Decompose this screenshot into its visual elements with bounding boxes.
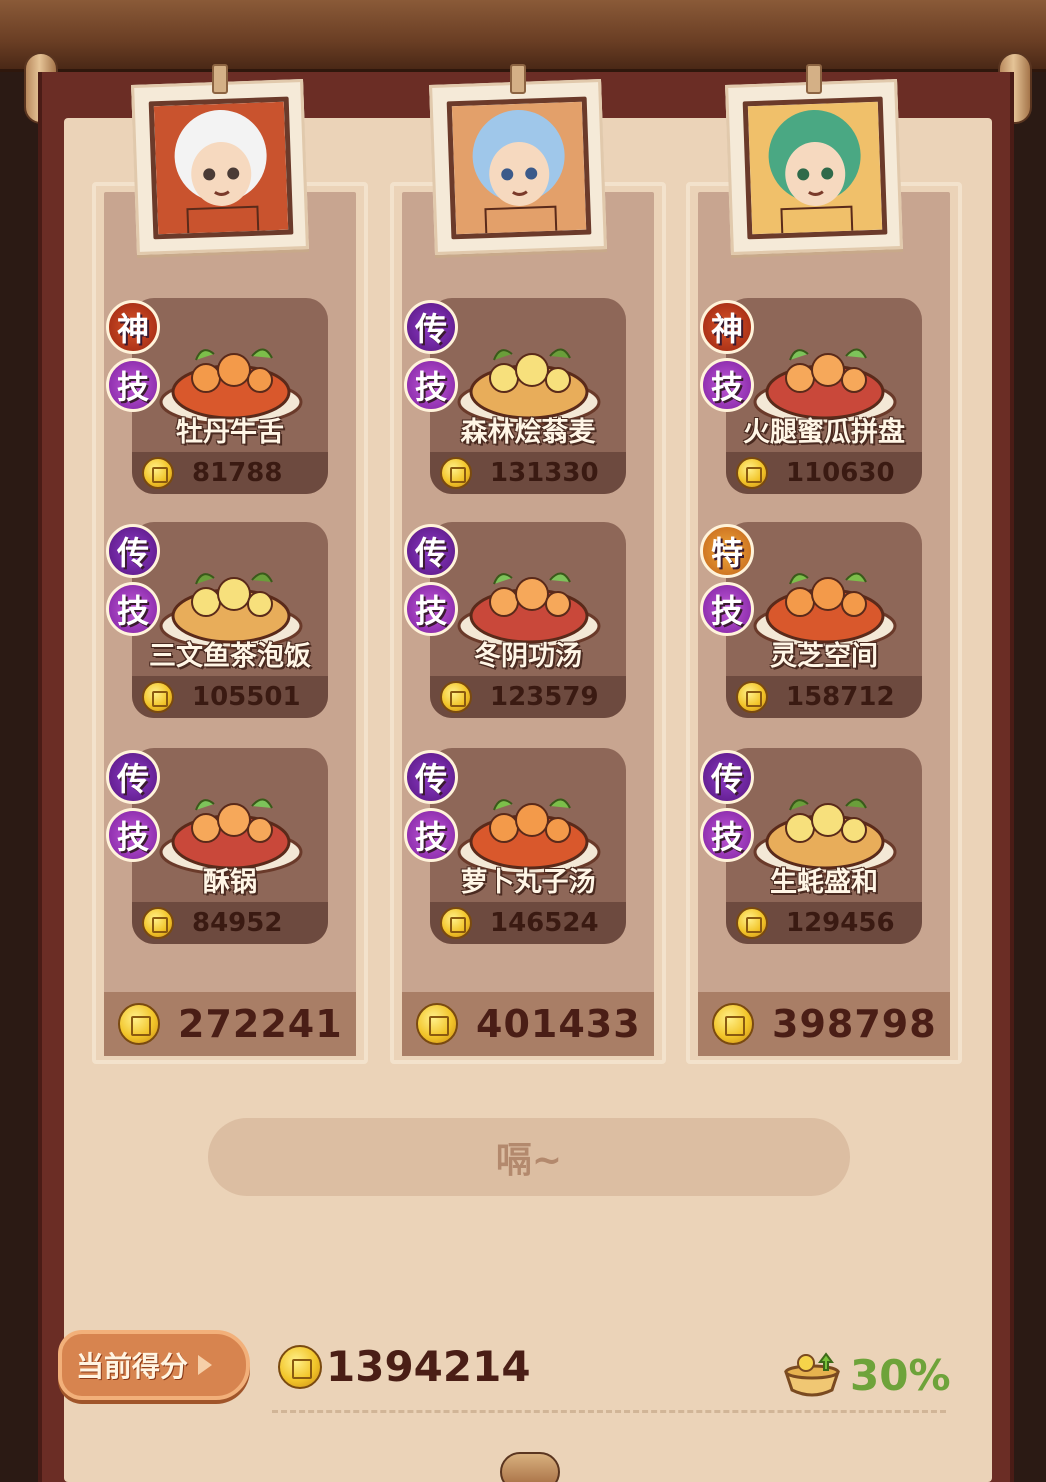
skill-badge: 技 xyxy=(404,808,458,862)
dish-price-row: 158712 xyxy=(726,676,922,718)
dish-price: 84952 xyxy=(192,908,283,938)
dish-price: 158712 xyxy=(786,682,895,712)
pin-icon xyxy=(806,64,822,94)
dish-price-row: 123579 xyxy=(430,676,626,718)
dish-name: 牡丹牛舌 xyxy=(176,417,284,448)
rarity-badge: 神 xyxy=(700,300,754,354)
burp-button[interactable]: 嗝~ xyxy=(208,1118,850,1196)
coin-icon xyxy=(278,1344,322,1389)
skill-badge: 技 xyxy=(106,358,160,412)
dish-card[interactable]: 灵芝空间 158712 xyxy=(726,522,922,718)
dish-price: 129456 xyxy=(786,908,895,938)
bowl-icon xyxy=(784,1352,840,1397)
rarity-badge: 神 xyxy=(106,300,160,354)
coin-icon xyxy=(736,907,768,939)
current-score-label: 当前得分 xyxy=(76,1350,189,1383)
rarity-badge: 传 xyxy=(404,524,458,578)
dish-card[interactable]: 冬阴功汤 123579 xyxy=(430,522,626,718)
column-total-value: 272241 xyxy=(178,1002,343,1046)
burp-button-label: 嗝~ xyxy=(495,1140,563,1181)
chef-portrait-frame[interactable] xyxy=(725,79,903,255)
dish-card[interactable]: 牡丹牛舌 81788 xyxy=(132,298,328,494)
rarity-badge: 传 xyxy=(106,524,160,578)
dish-price-row: 146524 xyxy=(430,902,626,944)
dish-price: 131330 xyxy=(490,458,599,488)
coin-icon xyxy=(118,1003,160,1045)
coin-icon xyxy=(440,681,472,713)
coin-icon xyxy=(712,1003,754,1045)
dish-price: 123579 xyxy=(490,682,599,712)
rarity-badge: 传 xyxy=(404,750,458,804)
total-score-value: 1394214 xyxy=(326,1342,531,1391)
dish-name: 森林烩蓊麦 xyxy=(460,417,596,448)
dish-price: 146524 xyxy=(490,908,599,938)
dish-name: 三文鱼茶泡饭 xyxy=(149,641,311,672)
rarity-badge: 传 xyxy=(404,300,458,354)
dish-name: 灵芝空间 xyxy=(770,641,878,672)
chef-portrait-frame[interactable] xyxy=(429,79,607,255)
dish-card[interactable]: 生蚝盛和 129456 xyxy=(726,748,922,944)
rarity-badge: 传 xyxy=(106,750,160,804)
pin-icon xyxy=(212,64,228,94)
divider xyxy=(272,1410,946,1413)
dish-name: 酥锅 xyxy=(203,867,257,898)
total-score: 1394214 xyxy=(278,1342,531,1391)
chef-avatar xyxy=(446,96,592,240)
satiety-indicator: 30% xyxy=(780,1350,951,1400)
coin-icon xyxy=(736,457,768,489)
skill-badge: 技 xyxy=(404,358,458,412)
column-total-value: 401433 xyxy=(476,1002,641,1046)
dish-price: 81788 xyxy=(192,458,283,488)
coin-icon xyxy=(440,457,472,489)
rarity-badge: 传 xyxy=(700,750,754,804)
skill-badge: 技 xyxy=(404,582,458,636)
skill-badge: 技 xyxy=(700,358,754,412)
dish-price-row: 81788 xyxy=(132,452,328,494)
column-total: 398798 xyxy=(698,992,950,1056)
chef-avatar xyxy=(148,96,294,240)
satiety-percent: 30% xyxy=(850,1350,951,1400)
chef-column: 森林烩蓊麦 131330 传技 冬阴功汤 123579 传 技 萝卜丸子汤 14… xyxy=(390,64,666,1064)
skill-badge: 技 xyxy=(106,582,160,636)
dish-price-row: 84952 xyxy=(132,902,328,944)
dish-card[interactable]: 酥锅 84952 xyxy=(132,748,328,944)
skill-badge: 技 xyxy=(700,808,754,862)
chef-column: 牡丹牛舌 81788 神技 三文鱼茶泡饭 105501 传 技 酥锅 84952… xyxy=(92,64,368,1064)
dish-card[interactable]: 萝卜丸子汤 146524 xyxy=(430,748,626,944)
dish-name: 萝卜丸子汤 xyxy=(460,867,596,898)
dish-price-row: 129456 xyxy=(726,902,922,944)
coin-icon xyxy=(416,1003,458,1045)
dish-card[interactable]: 火腿蜜瓜拼盘 110630 xyxy=(726,298,922,494)
dish-price-row: 131330 xyxy=(430,452,626,494)
dish-price: 110630 xyxy=(786,458,895,488)
dish-card[interactable]: 森林烩蓊麦 131330 xyxy=(430,298,626,494)
hanging-rod xyxy=(0,0,1046,72)
coin-icon xyxy=(142,907,174,939)
dish-price: 105501 xyxy=(192,682,301,712)
dish-name: 生蚝盛和 xyxy=(770,867,878,898)
coin-icon xyxy=(736,681,768,713)
dish-card[interactable]: 三文鱼茶泡饭 105501 xyxy=(132,522,328,718)
scroll-bottom-knob xyxy=(500,1452,560,1482)
coin-icon xyxy=(142,457,174,489)
column-total: 401433 xyxy=(402,992,654,1056)
dish-price-row: 105501 xyxy=(132,676,328,718)
current-score-tag: 当前得分 xyxy=(58,1330,250,1400)
chef-avatar xyxy=(742,96,888,240)
arrow-icon xyxy=(198,1355,213,1375)
chef-portrait-frame[interactable] xyxy=(131,79,309,255)
column-total-value: 398798 xyxy=(772,1002,937,1046)
dish-name: 冬阴功汤 xyxy=(474,641,582,672)
skill-badge: 技 xyxy=(106,808,160,862)
dish-price-row: 110630 xyxy=(726,452,922,494)
dish-name: 火腿蜜瓜拼盘 xyxy=(743,417,905,448)
coin-icon xyxy=(142,681,174,713)
pin-icon xyxy=(510,64,526,94)
column-total: 272241 xyxy=(104,992,356,1056)
rarity-badge: 特 xyxy=(700,524,754,578)
coin-icon xyxy=(440,907,472,939)
skill-badge: 技 xyxy=(700,582,754,636)
chef-column: 火腿蜜瓜拼盘 110630 神技 灵芝空间 158712 特 技 生蚝盛和 12… xyxy=(686,64,962,1064)
